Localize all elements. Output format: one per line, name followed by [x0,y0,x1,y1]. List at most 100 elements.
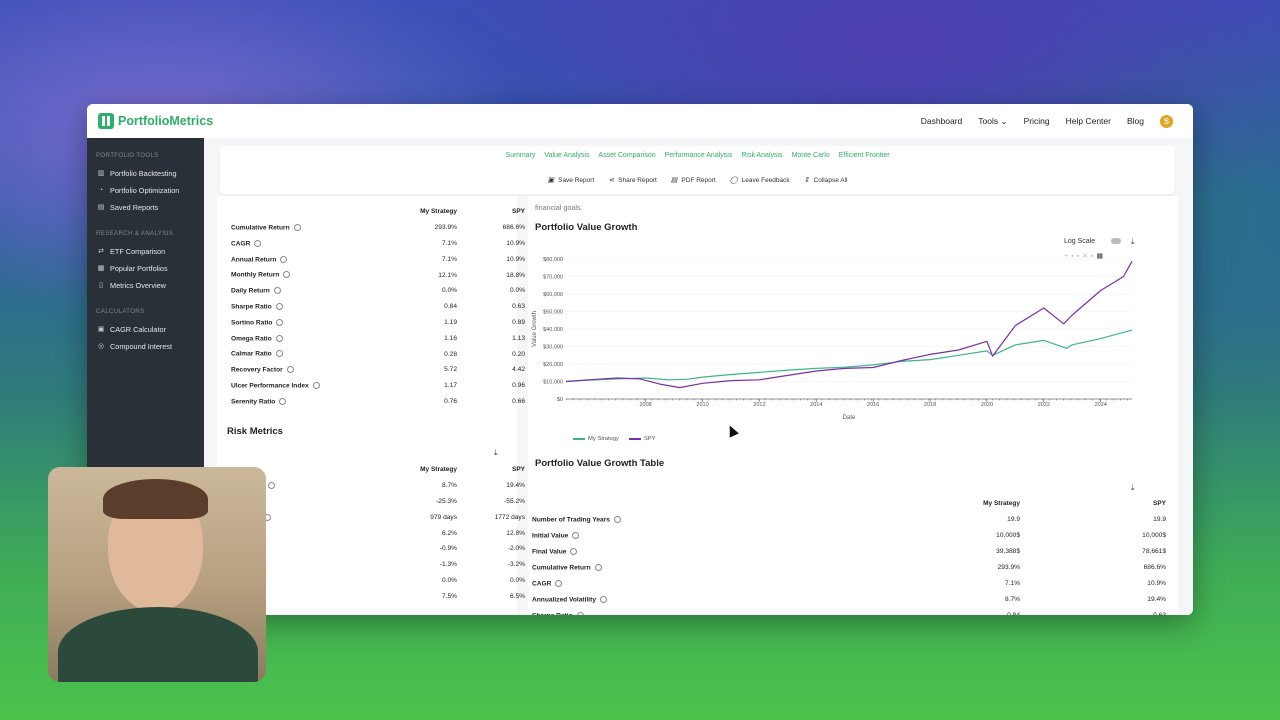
info-icon[interactable] [576,611,584,615]
benchmark-value: 18.8% [506,271,525,279]
tab-risk-analysis[interactable]: Risk Analysis [741,152,782,159]
sidebar-item-label: CAGR Calculator [110,325,166,334]
table-row: Initial Value 10,000$ 10,000$ [532,528,1172,544]
info-icon[interactable] [276,318,284,326]
tab-value-analysis[interactable]: Value Analysis [544,152,589,159]
sidebar-item-compound-interest[interactable]: ◎ Compound Interest [87,338,204,355]
save-report-button[interactable]: ▣ Save Report [547,176,594,185]
info-icon[interactable] [555,579,563,587]
logo[interactable]: PortfolioMetrics [98,113,213,129]
table-row: CAGR 7.1% 10.9% [532,575,1172,591]
table-row: n0.0%0.0% [231,573,525,589]
logo-icon [98,113,114,129]
y-tick-label: $30,000 [543,345,563,351]
benchmark-value: 0.0% [509,287,525,295]
x-tick-label: 2016 [867,402,879,408]
growth-table: My Strategy SPY Number of Trading Years 19… [532,496,1172,615]
tab-efficient-frontier[interactable]: Efficient Frontier [839,152,890,159]
info-icon[interactable] [267,482,275,490]
table-row: Sharpe Ratio 0.84 0.63 [231,299,525,315]
download-icon[interactable]: ⤓ [494,448,498,458]
metric-name: CAGR [231,240,251,248]
strategy-value: 19.9 [1007,516,1020,524]
column-header: My Strategy [420,466,457,474]
tab-performance-analysis[interactable]: Performance Analysis [665,152,733,159]
info-icon[interactable] [293,224,301,232]
info-icon[interactable] [600,595,607,603]
legend-item-my-strategy[interactable]: My Strategy [573,436,619,442]
main-content: My Strategy SPY Cumulative Return 293.9% 68… [204,138,1193,615]
y-tick-label: $10,000 [543,380,563,386]
metric-label: Number of Trading Years [532,516,892,523]
share-report-button[interactable]: ⋖ Share Report [608,176,657,185]
y-tick-label: $50,000 [543,310,563,316]
table-row: Ulcer Performance Index 1.17 0.96 [231,378,525,394]
strategy-value: 979 days [430,513,457,521]
table-row: isk-0.9%-2.0% [231,541,525,557]
metric-label: Serenity Ratio [231,397,401,405]
strategy-value: 8.7% [441,482,457,490]
info-icon[interactable] [613,516,621,524]
legend-swatch [628,438,641,440]
tab-monte-carlo[interactable]: Monte Carlo [792,152,830,159]
y-axis-label: Value Growth [532,311,538,347]
nav-dashboard[interactable]: Dashboard [921,116,963,126]
strategy-value: 1.16 [444,334,457,342]
sidebar-item-cagr-calculator[interactable]: ▣ CAGR Calculator [87,321,204,338]
leave-feedback-button[interactable]: ◯ Leave Feedback [729,176,790,185]
metric-label: Final Value [532,547,892,555]
info-icon[interactable] [572,532,580,540]
column-header: My Strategy [983,500,1020,508]
growth-chart-svg: $0 $10,000 $20,000 $30,000 $40,000 $50,000 $60… [532,257,1133,421]
sidebar-item-portfolio-optimization[interactable]: ◔ Portfolio Optimization [87,182,204,199]
info-icon[interactable] [283,271,291,279]
benchmark-value: 1772 days [494,513,525,521]
sidebar-item-saved-reports[interactable]: ▤ Saved Reports [87,199,204,216]
sidebar-item-portfolio-backtesting[interactable]: ▥ Portfolio Backtesting [87,165,204,182]
grid-icon: ▦ [97,264,105,272]
info-icon[interactable] [275,303,283,311]
info-icon[interactable] [275,350,283,358]
legend-swatch [573,438,585,440]
pdf-report-button[interactable]: ▤ PDF Report [671,176,716,185]
info-icon[interactable] [570,547,578,555]
legend-item-spy[interactable]: SPY [628,436,656,442]
info-icon[interactable] [254,239,262,247]
info-icon[interactable] [280,255,288,263]
download-icon[interactable]: ⤓ [1131,483,1135,493]
risk-metrics-title: Risk Metrics [227,426,283,437]
chart-legend: My Strategy SPY [573,436,656,442]
avatar[interactable]: S [1160,114,1173,128]
benchmark-value: 0.63 [512,303,525,311]
table-row: Sortino Ratio 1.19 0.89 [231,315,525,331]
metric-name: Monthly Return [231,271,280,279]
coins-icon: ◎ [97,342,105,350]
sidebar-item-etf-comparison[interactable]: ⇄ ETF Comparison [87,243,204,260]
table-row: rawdown979 days1772 days [231,509,525,525]
collapse-all-button[interactable]: ⇕ Collapse All [804,176,848,185]
benchmark-value: 0.89 [512,318,525,326]
metric-name: Calmar Ratio [231,350,272,358]
tab-summary[interactable]: Summary [505,152,535,159]
nav-tools[interactable]: Tools ⌄ [978,116,1007,127]
metric-name: Cumulative Return [532,564,591,572]
sidebar-item-metrics-overview[interactable]: ▯ Metrics Overview [87,277,204,294]
nav-blog[interactable]: Blog [1127,116,1144,126]
info-icon[interactable] [275,334,283,342]
metric-label: Cumulative Return [532,563,892,572]
x-tick-label: 2010 [696,402,708,408]
strategy-value: 7.1% [441,239,457,247]
sidebar-item-popular-portfolios[interactable]: ▦ Popular Portfolios [87,260,204,277]
nav-help-center[interactable]: Help Center [1066,116,1111,126]
person-hair [103,479,208,519]
tab-asset-comparison[interactable]: Asset Comparison [598,152,655,159]
nav-pricing[interactable]: Pricing [1024,116,1050,126]
metric-name: Annualized Volatility [532,595,596,603]
info-icon[interactable] [312,382,320,390]
info-icon[interactable] [286,366,294,374]
strategy-value: 1.17 [444,382,457,390]
info-icon[interactable] [279,397,287,405]
info-icon[interactable] [594,563,602,571]
comment-icon: ◯ [729,177,738,184]
info-icon[interactable] [273,287,281,295]
